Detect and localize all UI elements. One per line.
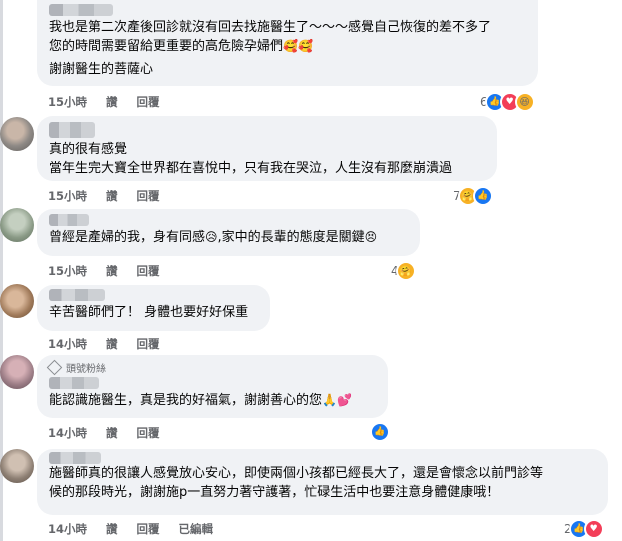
reply-button[interactable]: 回覆 — [137, 188, 160, 204]
comment-actions: 15小時 讚 回覆 — [48, 263, 160, 279]
comment-actions: 14小時 讚 回覆 已編輯 — [48, 521, 213, 537]
comment-text-line: 候的那段時光，謝謝施p一直努力著守護著，忙碌生活中也要注意身體健康哦！ — [49, 485, 500, 500]
comment-actions: 15小時 讚 回覆 — [48, 94, 160, 110]
comment-text-line: 施醫師真的很讓人感覺放心安心，即使兩個小孩都已經長大了，還是會懷念以前門診等 — [49, 466, 544, 481]
persevering-face-emoji-icon: 😣 — [364, 230, 378, 244]
avatar[interactable] — [0, 355, 34, 389]
avatar[interactable] — [0, 284, 34, 318]
comment-text-line: 您的時間需要留給更重要的高危險孕婦們🥰🥰 — [49, 39, 313, 54]
comment-actions: 15小時 讚 回覆 — [48, 188, 160, 204]
reply-button[interactable]: 回覆 — [137, 336, 160, 352]
reaction-summary[interactable]: 2 👍 ♥ — [564, 519, 604, 539]
like-button[interactable]: 讚 — [106, 188, 118, 204]
comment-author-name[interactable] — [49, 214, 89, 226]
like-button[interactable]: 讚 — [106, 336, 118, 352]
folded-hands-emoji-icon: 🙏 — [322, 393, 337, 407]
comment-text-line: 我也是第二次產後回診就沒有回去找施醫生了～～～感覺自己恢復的差不多了 — [49, 20, 492, 35]
reply-button[interactable]: 回覆 — [137, 94, 160, 110]
comment-timestamp[interactable]: 14小時 — [48, 521, 87, 537]
top-fan-badge: 頭號粉絲 — [46, 359, 376, 376]
comment-timestamp[interactable]: 15小時 — [48, 263, 87, 279]
comment-bubble: 我也是第二次產後回診就沒有回去找施醫生了～～～感覺自己恢復的差不多了 您的時間需… — [37, 0, 538, 86]
comment-bubble: 真的很有感覺 當年生完大寶全世界都在喜悅中，只有我在哭泣，人生沒有那麼崩潰過 — [37, 116, 497, 181]
reply-button[interactable]: 回覆 — [137, 263, 160, 279]
reaction-summary[interactable]: 6 👍 ♥ 😆 — [480, 92, 535, 112]
comment-text-line: 能認識施醫生，真是我的好福氣，謝謝善心的您🙏💕 — [49, 393, 352, 408]
comment-timestamp[interactable]: 14小時 — [48, 336, 87, 352]
comment-bubble: 曾經是產婦的我，身有同感😥,家中的長輩的態度是關鍵😣 — [37, 209, 420, 256]
edited-label[interactable]: 已編輯 — [179, 521, 214, 537]
worried-face-emoji-icon: 😥 — [205, 230, 218, 244]
diamond-icon — [46, 359, 63, 376]
like-button[interactable]: 讚 — [106, 425, 118, 441]
like-icon: 👍 — [472, 186, 493, 206]
smiling-hearts-emoji-icon: 🥰🥰 — [283, 39, 313, 53]
reaction-summary[interactable]: 👍 — [370, 422, 390, 442]
comment-text-line: 真的很有感覺 — [49, 142, 128, 157]
comment-text-line: 辛苦醫師們了！ 身體也要好好保重 — [49, 305, 249, 320]
avatar[interactable] — [0, 117, 34, 151]
comment-author-name[interactable] — [49, 122, 95, 138]
care-icon: 🤗 — [395, 261, 416, 281]
comment-actions: 14小時 讚 回覆 — [48, 425, 160, 441]
like-icon: 👍 — [370, 422, 390, 442]
reaction-summary[interactable]: 7 🤗 👍 — [453, 186, 493, 206]
reaction-summary[interactable]: 4 🤗 — [391, 261, 416, 281]
comment-bubble: 頭號粉絲 能認識施醫生，真是我的好福氣，謝謝善心的您🙏💕 — [37, 355, 388, 418]
comment-text-line: 曾經是產婦的我，身有同感😥,家中的長輩的態度是關鍵😣 — [49, 230, 378, 245]
comment-timestamp[interactable]: 15小時 — [48, 94, 87, 110]
love-icon: ♥ — [583, 519, 604, 539]
comment-author-name[interactable] — [49, 4, 113, 16]
comment-author-name[interactable] — [49, 452, 101, 464]
top-fan-label: 頭號粉絲 — [66, 364, 106, 375]
comment-bubble: 辛苦醫師們了！ 身體也要好好保重 — [37, 285, 270, 331]
comment-author-name[interactable] — [49, 377, 99, 389]
like-button[interactable]: 讚 — [106, 94, 118, 110]
heart-emoji-icon: 💕 — [336, 393, 352, 407]
comment-timestamp[interactable]: 15小時 — [48, 188, 87, 204]
reply-button[interactable]: 回覆 — [137, 425, 160, 441]
avatar[interactable] — [0, 449, 34, 483]
comment-text-line: 當年生完大寶全世界都在喜悅中，只有我在哭泣，人生沒有那麼崩潰過 — [49, 161, 453, 176]
comment-text-line: 謝謝醫生的菩薩心 — [49, 62, 154, 77]
comment-author-name[interactable] — [49, 289, 105, 301]
comment-timestamp[interactable]: 14小時 — [48, 425, 87, 441]
comment-actions: 14小時 讚 回覆 — [48, 336, 160, 352]
reply-button[interactable]: 回覆 — [137, 521, 160, 537]
avatar[interactable] — [0, 208, 34, 242]
like-button[interactable]: 讚 — [106, 263, 118, 279]
like-button[interactable]: 讚 — [106, 521, 118, 537]
comment-bubble: 施醫師真的很讓人感覺放心安心，即使兩個小孩都已經長大了，還是會懷念以前門診等 候… — [37, 449, 608, 515]
haha-icon: 😆 — [514, 92, 535, 112]
